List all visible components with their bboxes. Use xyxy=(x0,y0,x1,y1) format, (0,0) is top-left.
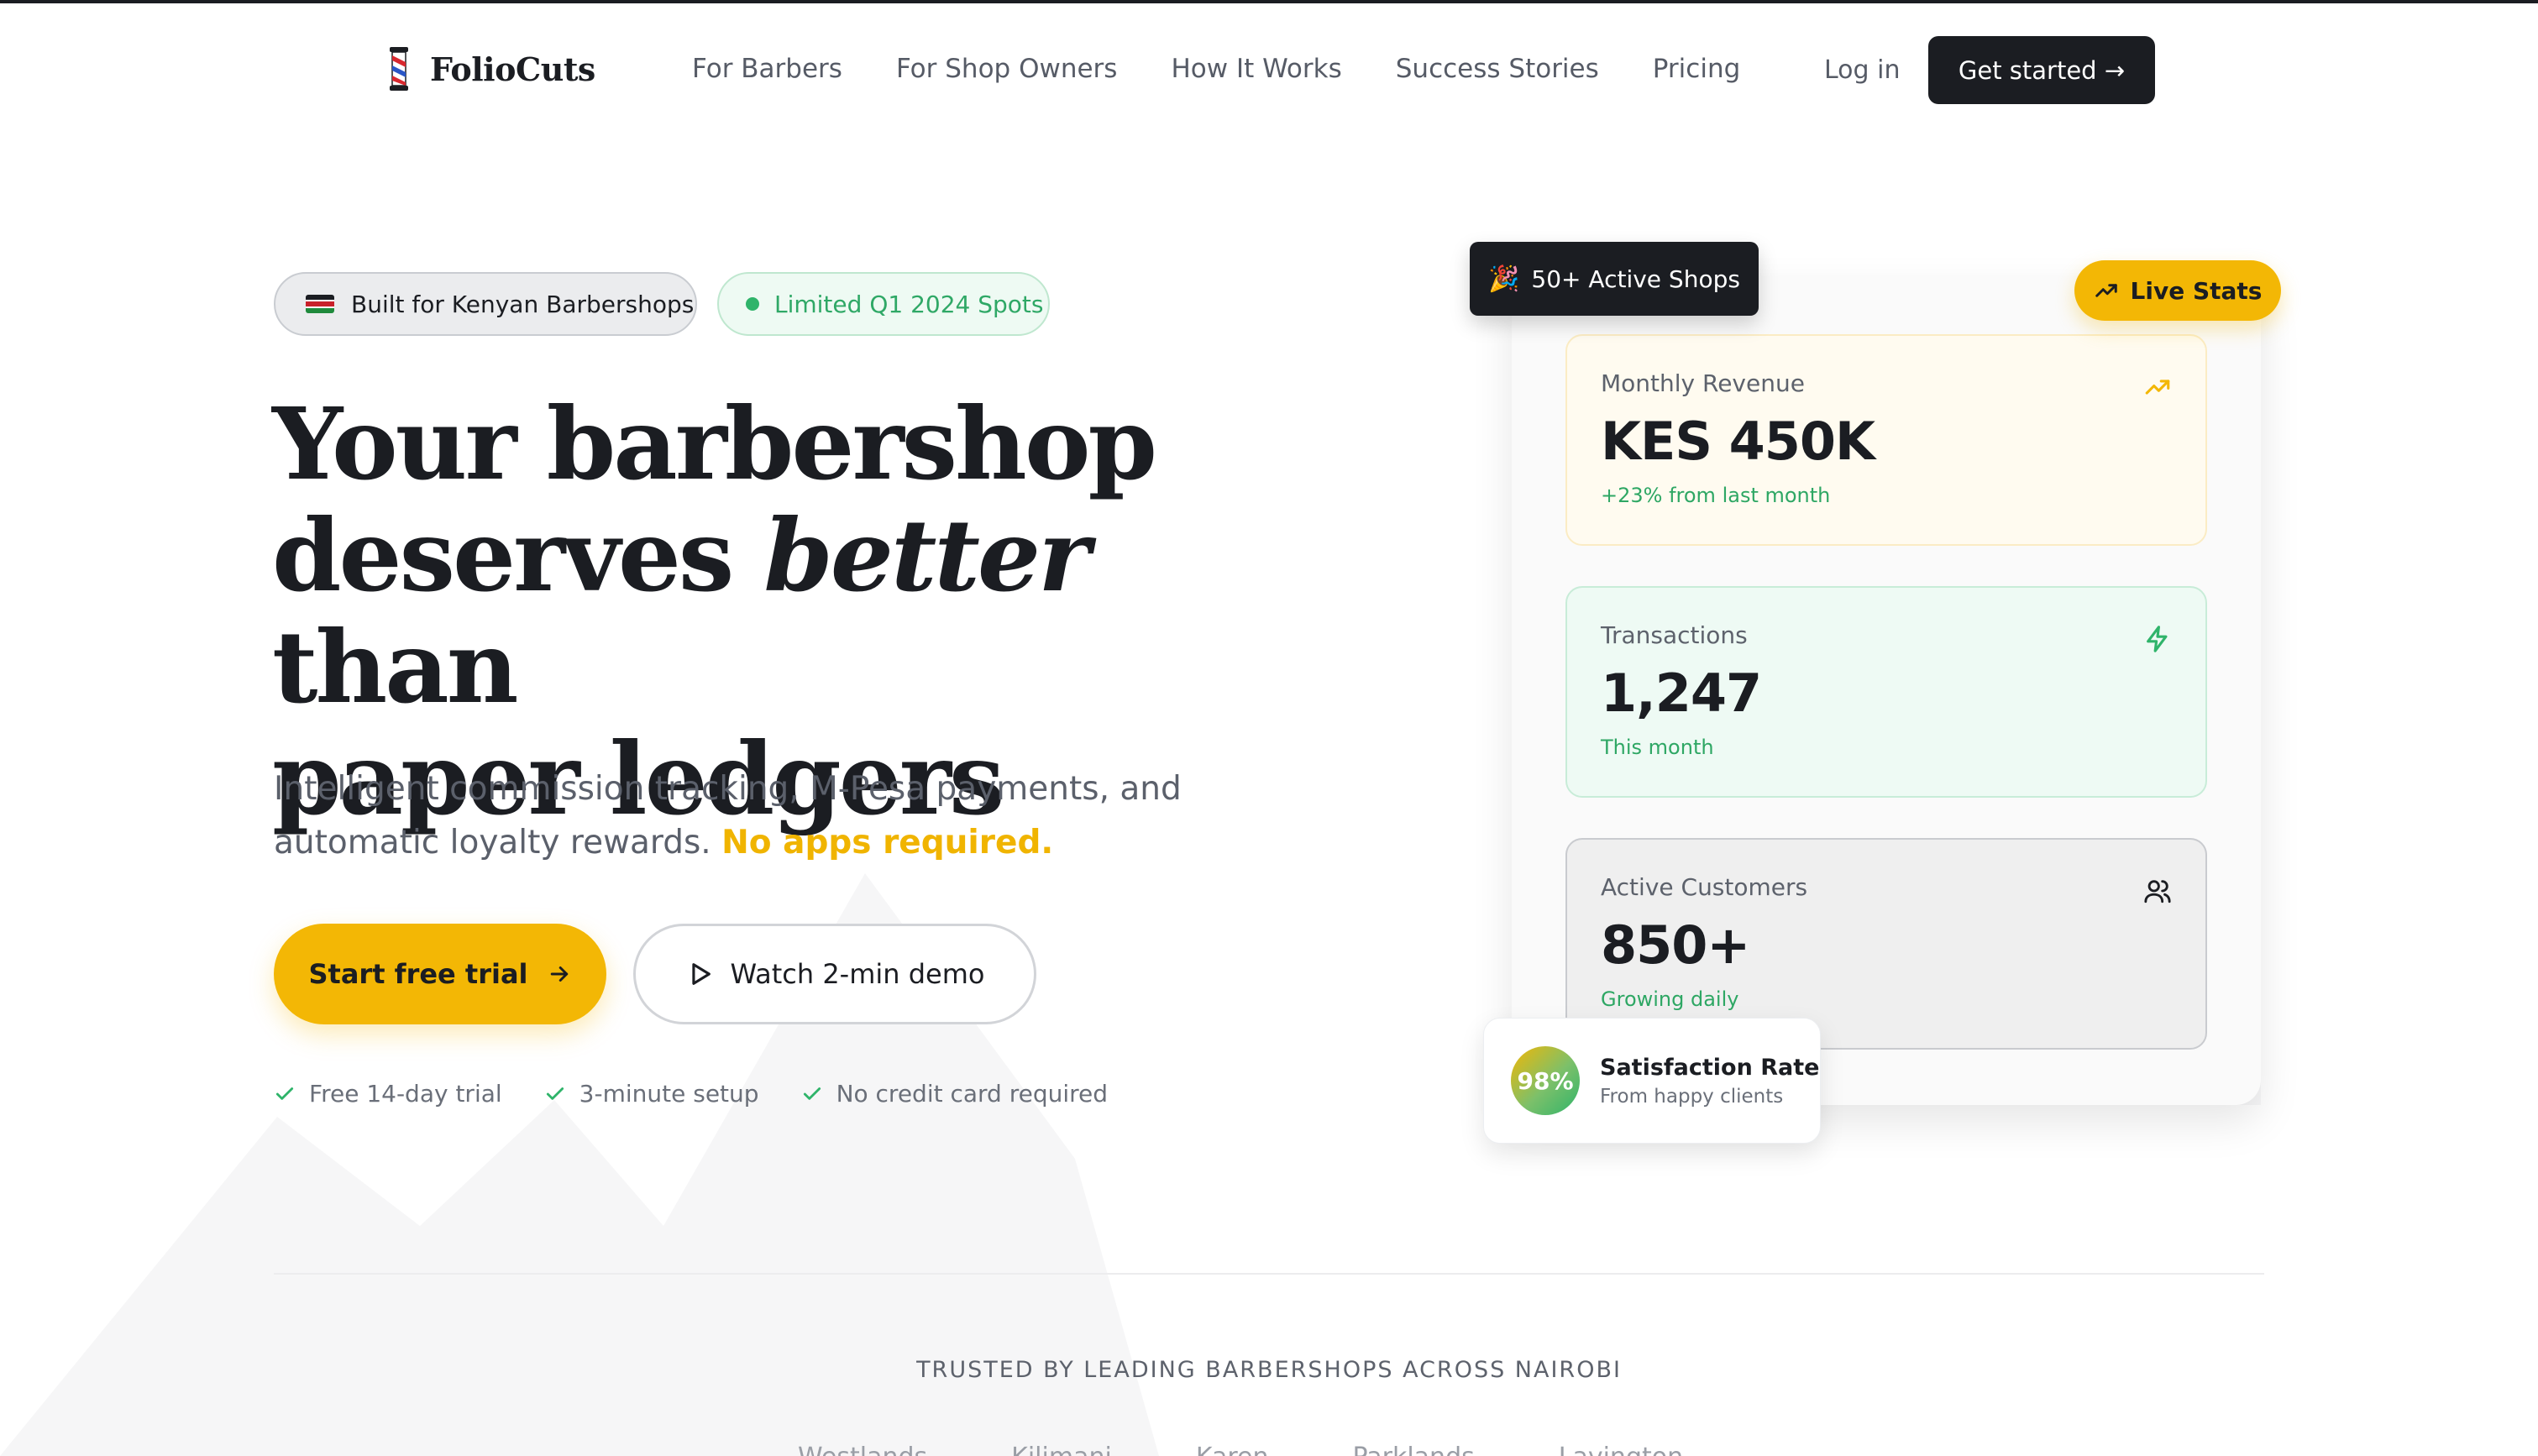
headline-line-2a: deserves xyxy=(272,497,764,614)
live-stats-label: Live Stats xyxy=(2130,276,2263,305)
barber-pole-icon xyxy=(390,47,408,91)
nav-link-pricing[interactable]: Pricing xyxy=(1653,54,1741,84)
stat-value: 850+ xyxy=(1601,914,1750,976)
trusted-logos: Westlands Kilimani Karen Parklands Lavin… xyxy=(798,1443,1683,1456)
users-icon xyxy=(2144,880,2171,903)
partner-logo: Westlands xyxy=(798,1443,927,1456)
partner-logo: Kilimani xyxy=(1011,1443,1112,1456)
stat-value: 1,247 xyxy=(1601,663,1762,724)
kenya-badge-label: Built for Kenyan Barbershops xyxy=(351,290,695,318)
nav-link-for-barbers[interactable]: For Barbers xyxy=(692,54,842,84)
section-divider xyxy=(274,1273,2264,1275)
benefit-item: No credit card required xyxy=(801,1080,1109,1108)
stat-card-monthly-revenue: Monthly Revenue KES 450K +23% from last … xyxy=(1565,334,2207,546)
limited-spots-label: Limited Q1 2024 Spots xyxy=(774,290,1044,318)
stat-note: This month xyxy=(1601,736,1714,759)
partner-logo: Karen xyxy=(1196,1443,1269,1456)
start-free-trial-label: Start free trial xyxy=(308,958,528,990)
nav-link-success-stories[interactable]: Success Stories xyxy=(1396,54,1599,84)
watch-demo-label: Watch 2-min demo xyxy=(730,958,985,990)
headline-line-2b: than xyxy=(272,609,519,725)
satisfaction-text: Satisfaction Rate From happy clients xyxy=(1600,1055,1819,1108)
benefit-label: 3-minute setup xyxy=(579,1080,759,1108)
stat-value: KES 450K xyxy=(1601,411,1875,472)
benefit-label: No credit card required xyxy=(836,1080,1109,1108)
brand-logo[interactable]: FolioCuts xyxy=(386,47,595,91)
benefit-item: 3-minute setup xyxy=(544,1080,759,1108)
arrow-right-icon xyxy=(550,966,568,982)
top-border xyxy=(0,0,2538,3)
satisfaction-title: Satisfaction Rate xyxy=(1600,1054,1820,1081)
watch-demo-button[interactable]: Watch 2-min demo xyxy=(633,924,1036,1024)
check-icon xyxy=(546,1087,564,1100)
headline-line-1: Your barbershop xyxy=(272,385,1157,502)
nav-link-for-shop-owners[interactable]: For Shop Owners xyxy=(896,54,1118,84)
active-shops-badge: 🎉 50+ Active Shops xyxy=(1470,242,1759,316)
stat-note: +23% from last month xyxy=(1601,484,1831,507)
party-popper-icon: 🎉 xyxy=(1488,264,1520,294)
stat-label: Active Customers xyxy=(1601,873,1808,901)
stat-card-transactions: Transactions 1,247 This month xyxy=(1565,586,2207,798)
stat-label: Monthly Revenue xyxy=(1601,369,1805,397)
benefit-item: Free 14-day trial xyxy=(274,1080,502,1108)
benefit-label: Free 14-day trial xyxy=(309,1080,502,1108)
partner-logo: Parklands xyxy=(1353,1443,1475,1456)
limited-spots-badge: Limited Q1 2024 Spots xyxy=(717,272,1050,336)
trending-up-icon xyxy=(2145,380,2170,395)
login-link[interactable]: Log in xyxy=(1824,55,1900,85)
trusted-by-heading: TRUSTED BY LEADING BARBERSHOPS ACROSS NA… xyxy=(916,1357,1622,1383)
hero-subtext: Intelligent commission tracking, M-Pesa … xyxy=(274,762,1240,870)
partner-logo: Lavington xyxy=(1559,1443,1683,1456)
satisfaction-subtitle: From happy clients xyxy=(1600,1085,1784,1108)
check-icon xyxy=(803,1087,821,1100)
start-free-trial-button[interactable]: Start free trial xyxy=(274,924,606,1024)
check-icon xyxy=(275,1087,294,1100)
stat-note: Growing daily xyxy=(1601,987,1739,1011)
play-icon xyxy=(691,963,711,985)
subtext-highlight: No apps required. xyxy=(721,824,1054,862)
active-shops-label: 50+ Active Shops xyxy=(1531,264,1740,293)
top-nav: FolioCuts For Barbers For Shop Owners Ho… xyxy=(0,35,2538,106)
stat-label: Transactions xyxy=(1601,621,1748,649)
trial-benefits: Free 14-day trial 3-minute setup No cred… xyxy=(274,1080,1108,1108)
kenya-flag-icon xyxy=(306,295,334,313)
satisfaction-card: 98% Satisfaction Rate From happy clients xyxy=(1483,1018,1821,1144)
lightning-icon xyxy=(2147,626,2168,652)
stats-dashboard-card: Monthly Revenue KES 450K +23% from last … xyxy=(1512,277,2261,1105)
brand-name: FolioCuts xyxy=(430,50,595,88)
trending-up-icon xyxy=(2095,284,2117,297)
nav-links: For Barbers For Shop Owners How It Works… xyxy=(692,54,1740,84)
headline-italic-word: better xyxy=(763,497,1090,614)
live-stats-badge: Live Stats xyxy=(2074,260,2281,321)
kenya-badge: Built for Kenyan Barbershops xyxy=(274,272,697,336)
satisfaction-ring: 98% xyxy=(1511,1046,1580,1115)
status-dot-icon xyxy=(746,297,759,311)
nav-link-how-it-works[interactable]: How It Works xyxy=(1171,54,1341,84)
get-started-button[interactable]: Get started → xyxy=(1928,36,2155,104)
